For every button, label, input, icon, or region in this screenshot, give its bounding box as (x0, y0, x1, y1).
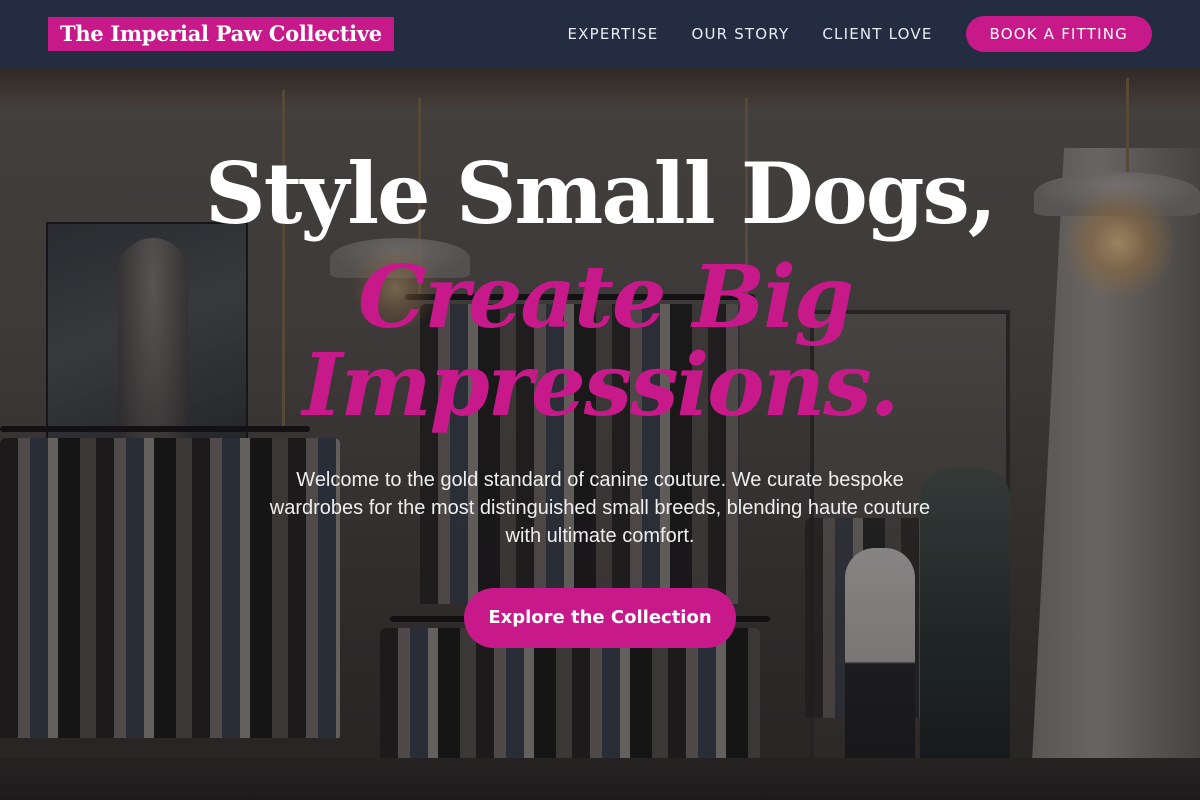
hero-headline-accent: Create Big Impressions. (0, 254, 1200, 430)
hero-content: Style Small Dogs, Create Big Impressions… (0, 68, 1200, 800)
hero-headline-accent-line-2: Impressions. (302, 335, 899, 436)
hero-intro-text: Welcome to the gold standard of canine c… (269, 469, 931, 547)
nav-links: EXPERTISE OUR STORY CLIENT LOVE BOOK A F… (567, 16, 1152, 52)
hero-headline: Style Small Dogs, (204, 144, 997, 243)
nav-link-client-love[interactable]: CLIENT LOVE (822, 25, 932, 43)
top-navigation-bar: The Imperial Paw Collective EXPERTISE OU… (0, 0, 1200, 68)
nav-link-expertise[interactable]: EXPERTISE (567, 25, 658, 43)
brand-logo[interactable]: The Imperial Paw Collective (48, 17, 394, 51)
hero-headline-accent-line-1: Create Big (357, 247, 854, 348)
book-a-fitting-button[interactable]: BOOK A FITTING (965, 16, 1152, 52)
explore-collection-button[interactable]: Explore the Collection (464, 588, 736, 648)
hero-section: Style Small Dogs, Create Big Impressions… (0, 68, 1200, 800)
nav-link-our-story[interactable]: OUR STORY (691, 25, 789, 43)
